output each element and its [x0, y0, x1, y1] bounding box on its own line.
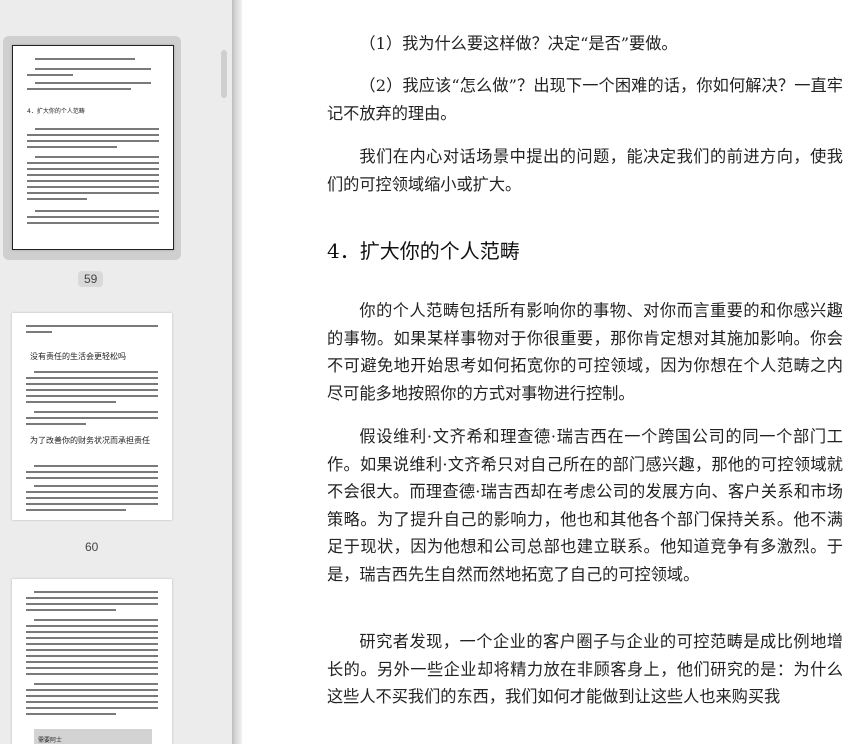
thumbnail-page-59[interactable]: 4．扩大你的个人范畴 — [3, 36, 181, 260]
sidebar-scrollbar[interactable] — [221, 50, 227, 98]
thumbnail-page-image: 需要阿士 — [12, 579, 172, 744]
paragraph-question-1: （1）我为什么要这样做？决定“是否”要做。 — [359, 34, 678, 53]
sidebar-toolbar — [0, 0, 232, 6]
thumbnail-page-image: 没有责任的生活会更轻松吗 为了改善你的财务状况而承担责任 — [12, 313, 172, 520]
paragraph-inner-dialogue: 我们在内心对话场景中提出的问题，能决定我们的前进方向，使我们的可控领域缩小或扩大… — [327, 147, 843, 194]
thumbnail-page-61[interactable]: 需要阿士 — [3, 570, 181, 744]
thumbnail-page-image: 4．扩大你的个人范畴 — [12, 45, 174, 250]
thumbnail-page-60[interactable]: 没有责任的生活会更轻松吗 为了改善你的财务状况而承担责任 — [3, 304, 181, 530]
thumbnail-page-number: 60 — [85, 540, 99, 554]
thumbnail-heading: 没有责任的生活会更轻松吗 — [30, 352, 126, 361]
paragraph-question-2: （2）我应该“怎么做”？出现下一个困难的话，你如何解决？一直牢记不放弃的理由。 — [327, 76, 843, 123]
thumbnail-page-number: 59 — [78, 271, 104, 287]
thumbnail-heading: 为了改善你的财务状况而承担责任 — [30, 436, 150, 445]
thumbnail-sidebar: 4．扩大你的个人范畴 59 没有责任的生活会更轻松吗 为了改善你的财务状况而承担… — [0, 0, 232, 744]
paragraph-research: 研究者发现，一个企业的客户圈子与企业的可控范畴是成比例地增长的。另外一些企业却将… — [327, 632, 843, 706]
paragraph-personal-sphere: 你的个人范畴包括所有影响你的事物、对你而言重要的和你感兴趣的事物。如果某样事物对… — [327, 301, 843, 403]
section-heading: 4．扩大你的个人范畴 — [327, 239, 520, 263]
document-page: （1）我为什么要这样做？决定“是否”要做。 （2）我应该“怎么做”？出现下一个困… — [242, 0, 862, 744]
thumbnail-box-label: 需要阿士 — [38, 737, 63, 744]
thumbnail-heading: 4．扩大你的个人范畴 — [27, 108, 85, 115]
thumbnail-shaded-box: 需要阿士 — [34, 729, 152, 744]
pane-divider[interactable] — [232, 0, 242, 744]
paragraph-example: 假设维利·文齐希和理查德·瑞吉西在一个跨国公司的同一个部门工作。如果说维利·文齐… — [327, 427, 843, 584]
